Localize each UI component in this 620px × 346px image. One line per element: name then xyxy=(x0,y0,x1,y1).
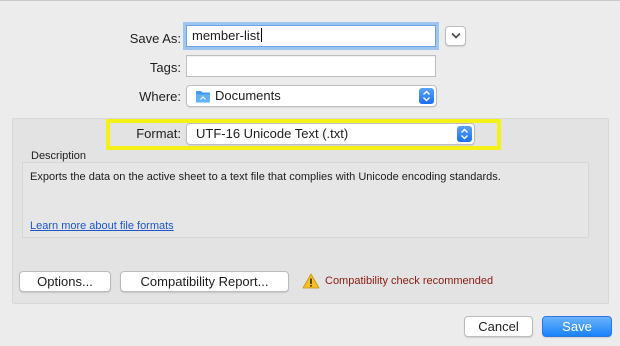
format-popup[interactable]: UTF-16 Unicode Text (.txt) xyxy=(186,123,475,145)
save-as-value: member-list xyxy=(192,28,260,43)
format-value: UTF-16 Unicode Text (.txt) xyxy=(196,126,349,141)
text-caret xyxy=(260,28,262,42)
popup-stepper-icon xyxy=(457,126,472,142)
popup-stepper-icon xyxy=(419,88,434,104)
chevron-down-icon xyxy=(450,32,461,39)
format-label: Format: xyxy=(136,126,181,141)
save-button[interactable]: Save xyxy=(542,316,612,337)
save-as-label: Save As: xyxy=(129,31,181,46)
tags-field[interactable] xyxy=(186,55,436,77)
title-divider xyxy=(0,0,620,1)
options-button[interactable]: Options... xyxy=(19,271,111,292)
warning-icon xyxy=(302,273,320,289)
compatibility-report-button[interactable]: Compatibility Report... xyxy=(120,271,289,292)
expand-dialog-button[interactable] xyxy=(445,26,466,46)
description-text: Exports the data on the active sheet to … xyxy=(30,171,501,183)
where-label: Where: xyxy=(139,89,181,104)
cancel-button[interactable]: Cancel xyxy=(464,316,533,337)
where-value: Documents xyxy=(215,88,281,103)
learn-more-link[interactable]: Learn more about file formats xyxy=(30,220,174,232)
compatibility-warning-text: Compatibility check recommended xyxy=(325,275,494,287)
where-popup[interactable]: Documents xyxy=(186,85,437,107)
description-title: Description xyxy=(29,150,89,162)
save-as-field[interactable]: member-list xyxy=(186,25,436,47)
folder-icon xyxy=(196,91,210,103)
tags-label: Tags: xyxy=(149,60,181,75)
